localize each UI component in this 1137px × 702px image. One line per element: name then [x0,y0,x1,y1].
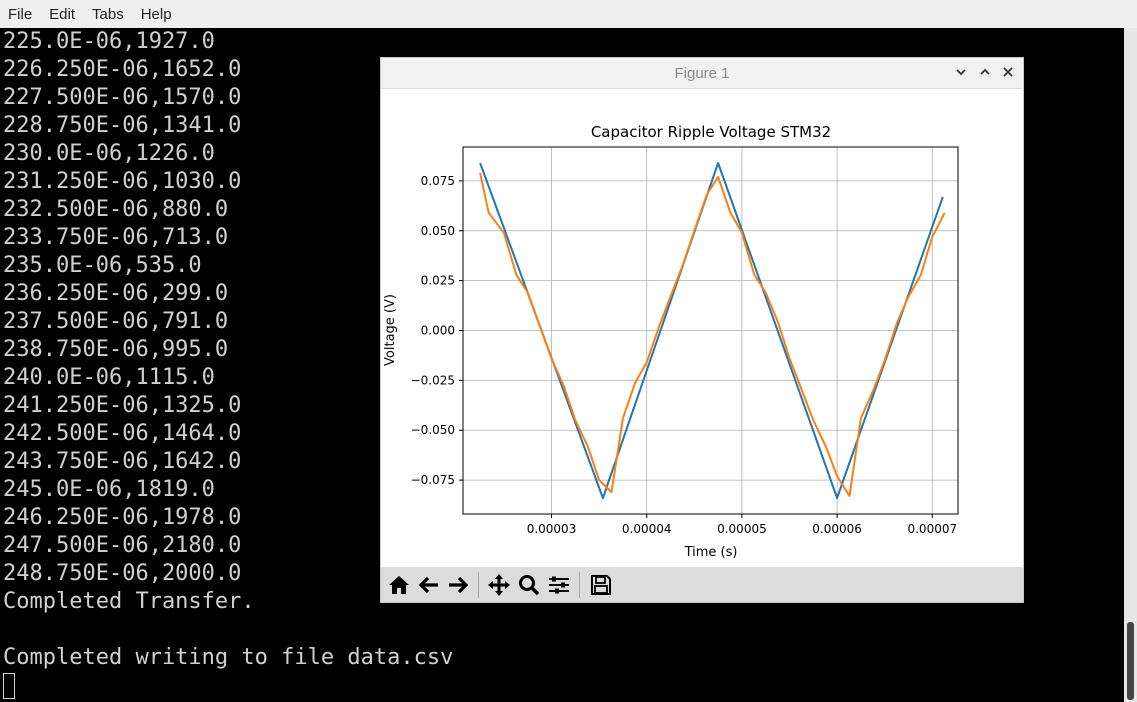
x-tick-label: 0.00006 [812,522,862,536]
y-axis-label: Voltage (V) [383,294,398,366]
menu-help[interactable]: Help [133,6,181,23]
plot-canvas[interactable]: 0.00003 0.00004 0.00005 0.00006 0.00007 0.075… [381,89,1023,567]
chart-title: Capacitor Ripple Voltage STM32 [591,123,831,141]
terminal-line: Completed writing to file data.csv [3,645,454,670]
close-button[interactable] [998,62,1018,84]
x-tick-label: 0.00004 [622,522,672,536]
y-tick-label: −0.050 [411,423,455,437]
home-button[interactable] [385,571,413,599]
menu-file[interactable]: File [0,6,41,23]
x-tick-label: 0.00005 [717,522,767,536]
figure-title: Figure 1 [674,65,730,82]
y-tick-label: 0.025 [421,274,455,288]
y-tick-label: −0.025 [411,373,455,387]
pan-icon [488,574,510,596]
forward-button[interactable] [444,571,472,599]
pan-button[interactable] [485,571,513,599]
y-tick-label: −0.075 [411,473,455,487]
configure-subplots-icon [549,576,569,594]
y-tick-label: 0.000 [421,324,455,338]
save-button[interactable] [587,571,615,599]
y-tick-label: 0.075 [421,174,455,188]
forward-arrow-icon [449,576,469,594]
toolbar-separator [478,572,479,598]
scrollbar-thumb[interactable] [1127,622,1134,700]
configure-subplots-button[interactable] [545,571,573,599]
terminal-cursor [3,673,15,699]
figure-titlebar[interactable]: Figure 1 [381,58,1023,89]
terminal-scrollbar[interactable] [1124,28,1137,702]
y-tick-label: 0.050 [421,224,455,238]
close-icon [1003,67,1013,77]
figure-toolbar [381,567,1023,602]
x-axis-label: Time (s) [684,545,738,560]
zoom-button[interactable] [515,571,543,599]
menu-bar: File Edit Tabs Help [0,0,1137,29]
x-tick-label: 0.00003 [527,522,577,536]
back-arrow-icon [418,576,438,594]
zoom-icon [519,575,540,596]
chevron-up-icon [980,68,990,75]
figure-window: Figure 1 0.00003 0.00004 0.00005 0.00006 0.0… [380,57,1024,603]
x-tick-label: 0.00007 [907,522,957,536]
chevron-down-icon [956,69,966,76]
home-icon [389,576,409,594]
terminal-line: 225.0E-06,1927.0 [3,29,215,54]
minimize-button[interactable] [951,62,971,84]
menu-tabs[interactable]: Tabs [84,6,133,23]
maximize-button[interactable] [975,62,995,84]
toolbar-separator [579,572,580,598]
back-button[interactable] [415,571,443,599]
save-icon [591,575,611,595]
menu-edit[interactable]: Edit [41,6,84,23]
